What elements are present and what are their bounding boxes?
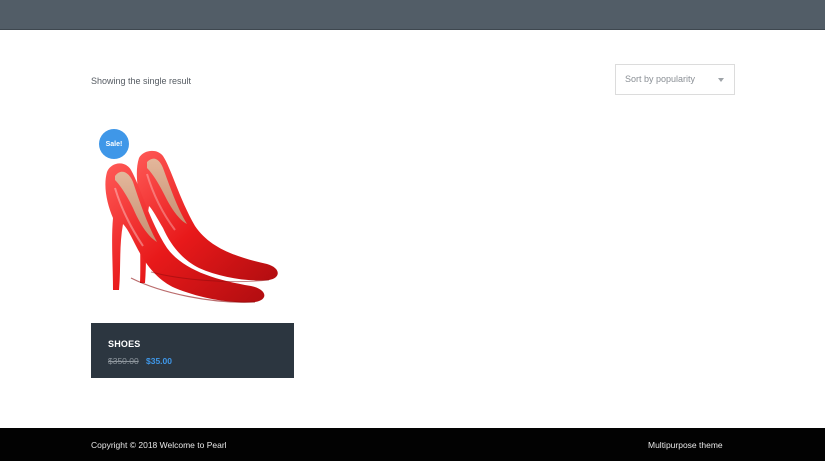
- product-card[interactable]: Sale! SHOES $350.00 $35.00: [91, 128, 294, 378]
- chevron-down-icon: [718, 78, 724, 82]
- site-footer: Copyright © 2018 Welcome to Pearl Multip…: [0, 428, 825, 461]
- result-count: Showing the single result: [91, 76, 192, 86]
- top-header-bar: [0, 0, 825, 30]
- product-info: SHOES $350.00 $35.00: [91, 323, 294, 378]
- footer-copyright: Copyright © 2018 Welcome to Pearl: [91, 440, 227, 450]
- original-price: $350.00: [108, 356, 139, 366]
- sale-price: $35.00: [146, 356, 172, 366]
- red-high-heel-shoes-icon: [105, 150, 278, 303]
- sale-badge: Sale!: [99, 129, 129, 159]
- sort-select[interactable]: Sort by popularity: [615, 64, 735, 95]
- footer-theme-link[interactable]: Multipurpose theme: [648, 440, 723, 450]
- product-title[interactable]: SHOES: [108, 339, 141, 349]
- product-image[interactable]: Sale!: [91, 128, 294, 323]
- sort-select-label: Sort by popularity: [625, 74, 696, 84]
